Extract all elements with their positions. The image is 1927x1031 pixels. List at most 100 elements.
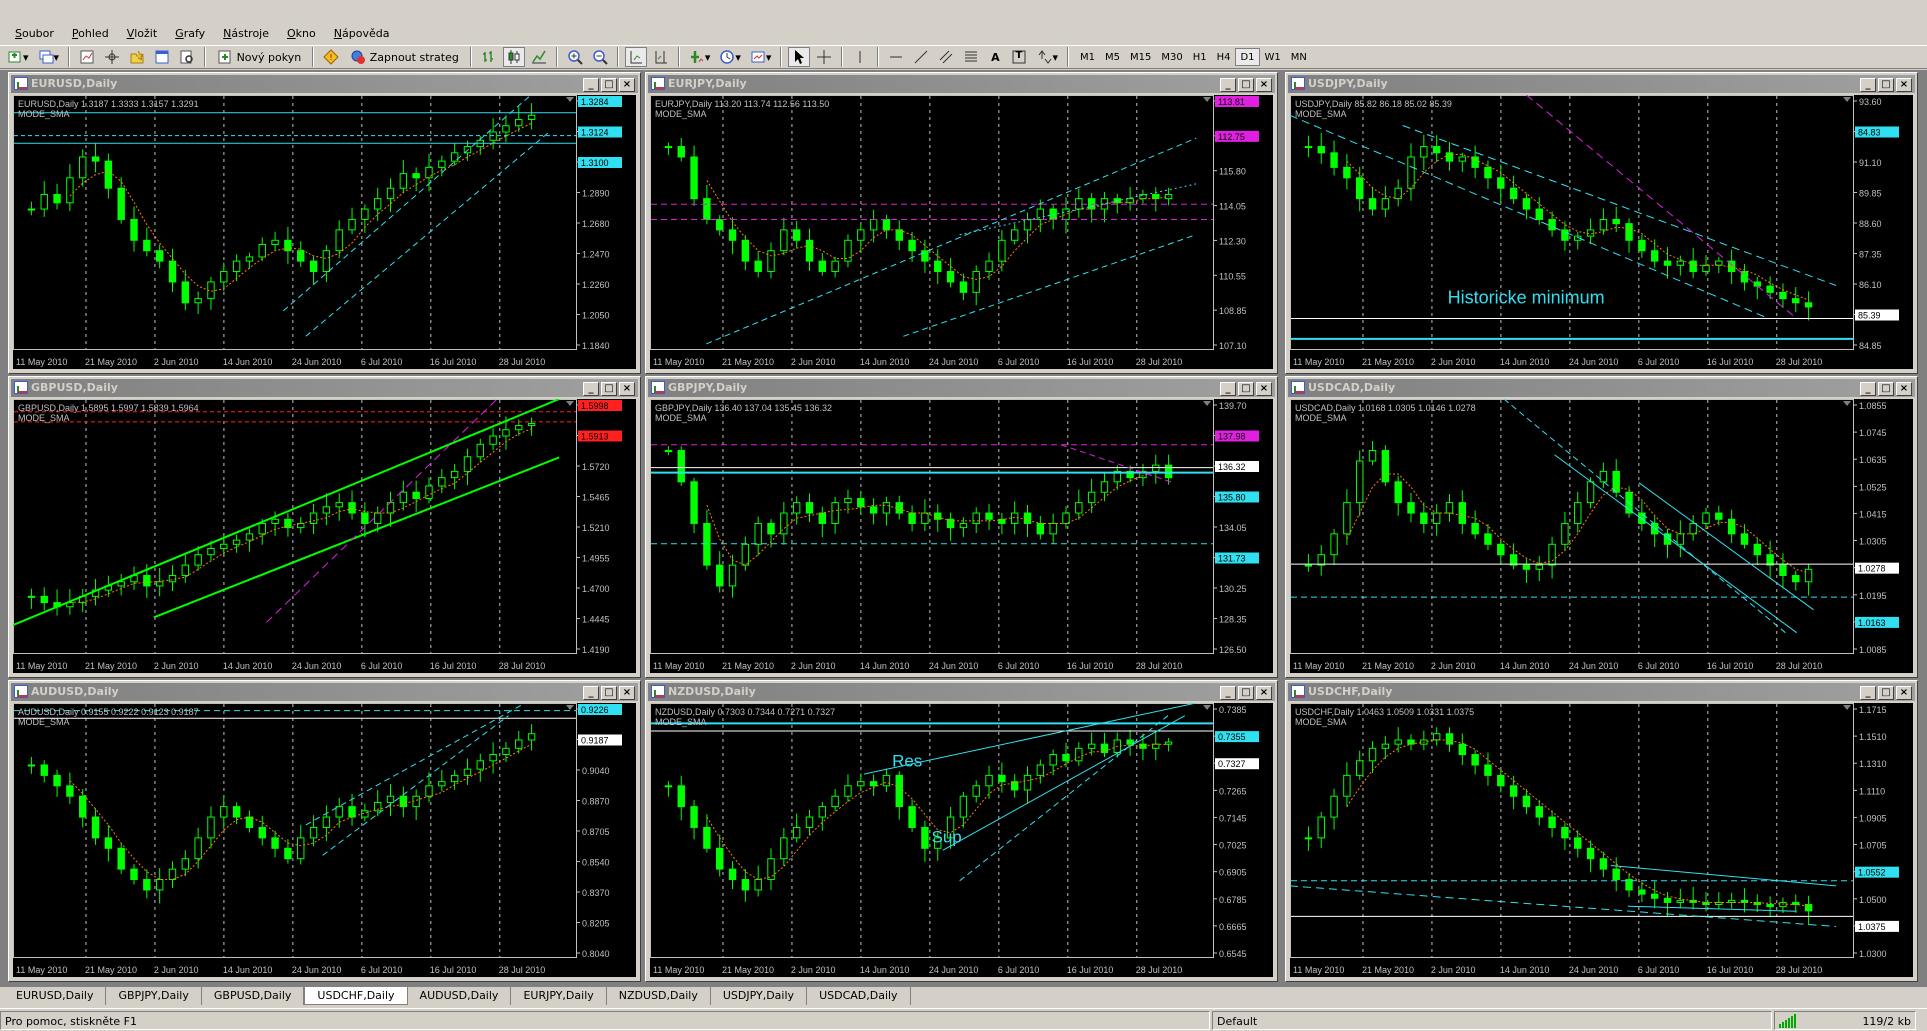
trend-line[interactable] [706, 137, 1197, 345]
text-label-tool[interactable]: T [1008, 47, 1030, 67]
chart-window-gbpjpy[interactable]: GBPJPY,Daily_□×139.70137.98136.32135.801… [645, 376, 1278, 678]
trend-line[interactable] [1503, 399, 1786, 634]
crosshair-tool[interactable] [813, 47, 835, 67]
chart-window-title[interactable]: USDCHF,Daily _ □ × [1288, 683, 1915, 701]
close-button[interactable]: × [619, 686, 635, 700]
chart-window-audusd[interactable]: AUDUSD,Daily_□× 0.92260.91870.90400.88700… [8, 680, 641, 982]
tab-usdjpy[interactable]: USDJPY,Daily [711, 987, 808, 1005]
chart-canvas[interactable]: 93.6092.3591.1089.8588.6087.3586.1085.39… [1290, 95, 1913, 369]
navigator-button[interactable] [126, 47, 148, 67]
market-watch-button[interactable] [76, 47, 98, 67]
trend-line[interactable] [13, 399, 560, 626]
minimize-button[interactable]: _ [1860, 78, 1876, 92]
new-chart-button[interactable]: ▾ [4, 47, 32, 67]
trend-line[interactable] [322, 715, 509, 856]
trend-line[interactable] [1554, 454, 1797, 634]
close-button[interactable]: × [1256, 686, 1272, 700]
expert-advisors-button[interactable]: ! [320, 47, 342, 67]
bar-chart-button[interactable] [478, 47, 500, 67]
tab-gbpjpy[interactable]: GBPJPY,Daily [106, 987, 202, 1005]
maximize-button[interactable]: □ [1878, 78, 1894, 92]
annotation-text[interactable]: Historicke minimum [1448, 287, 1605, 307]
horizontal-line-tool[interactable] [885, 47, 907, 67]
maximize-button[interactable]: □ [1238, 382, 1254, 396]
trend-line[interactable] [942, 715, 1186, 851]
maximize-button[interactable]: □ [601, 686, 617, 700]
strategy-tester-button[interactable] [176, 47, 198, 67]
timeframe-h1[interactable]: H1 [1188, 48, 1212, 66]
tab-audusd[interactable]: AUDUSD,Daily [408, 987, 512, 1005]
chart-window-title[interactable]: AUDUSD,Daily _ □ × [11, 683, 638, 701]
zoom-in-button[interactable] [564, 47, 586, 67]
menu-1[interactable]: Pohled [63, 24, 118, 44]
trend-line[interactable] [1638, 482, 1814, 611]
trend-line[interactable] [282, 95, 532, 312]
trend-line[interactable] [1290, 885, 1837, 928]
channel-tool[interactable] [935, 47, 957, 67]
minimize-button[interactable]: _ [1860, 382, 1876, 396]
trend-line[interactable] [903, 234, 1197, 337]
vertical-line-tool[interactable] [849, 47, 871, 67]
maximize-button[interactable]: □ [1878, 382, 1894, 396]
chart-canvas[interactable]: 1.5998 1.5913 1.5720 1.5465 1.5210 1.4955 1.47… [13, 399, 636, 673]
menu-5[interactable]: Okno [278, 24, 325, 44]
menu-4[interactable]: Nástroje [214, 24, 278, 44]
timeframe-mn[interactable]: MN [1286, 48, 1312, 66]
templates-button[interactable]: ▾ [747, 47, 775, 67]
maximize-button[interactable]: □ [1238, 686, 1254, 700]
line-chart-button[interactable] [528, 47, 550, 67]
tab-nzdusd[interactable]: NZDUSD,Daily [607, 987, 711, 1005]
timeframe-m15[interactable]: M15 [1125, 48, 1156, 66]
trend-line[interactable] [1402, 125, 1837, 286]
chart-canvas[interactable]: 1.0855 1.0745 1.0635 1.0525 1.0415 1.0305 1.02… [1290, 399, 1913, 673]
tab-usdcad[interactable]: USDCAD,Daily [807, 987, 911, 1005]
chart-canvas[interactable]: 119.30117.55115.80114.05112.30110.55108.… [650, 95, 1273, 369]
chart-canvas[interactable]: 139.70 137.98 136.32 135.80 134.05 131.73 130.… [650, 399, 1273, 673]
data-window-button[interactable] [101, 47, 123, 67]
cursor-tool[interactable] [788, 47, 811, 67]
chart-window-eurusd[interactable]: EURUSD,Daily_□×1.32841.31241.31001.28901… [8, 72, 641, 374]
trend-line[interactable] [153, 456, 560, 619]
minimize-button[interactable]: _ [583, 686, 599, 700]
minimize-button[interactable]: _ [583, 382, 599, 396]
menu-2[interactable]: Vložit [118, 24, 166, 44]
tab-eurjpy[interactable]: EURJPY,Daily [511, 987, 607, 1005]
close-button[interactable]: × [1896, 686, 1912, 700]
minimize-button[interactable]: _ [583, 78, 599, 92]
chart-window-title[interactable]: NZDUSD,Daily _ □ × [648, 683, 1275, 701]
indicators-button[interactable]: ▾ [686, 47, 714, 67]
maximize-button[interactable]: □ [601, 382, 617, 396]
menu-3[interactable]: Grafy [166, 24, 214, 44]
chart-window-usdchf[interactable]: USDCHF,Daily _ □ × 1.1715 1.1510 1.1310 1.1110 1… [1285, 680, 1918, 982]
close-button[interactable]: × [1896, 382, 1912, 396]
close-button[interactable]: × [619, 382, 635, 396]
menu-0[interactable]: Soubor [6, 24, 63, 44]
maximize-button[interactable]: □ [1878, 686, 1894, 700]
close-button[interactable]: × [1896, 78, 1912, 92]
menu-6[interactable]: Nápověda [325, 24, 399, 44]
tab-eurusd[interactable]: EURUSD,Daily [4, 987, 107, 1005]
chart-window-nzdusd[interactable]: NZDUSD,Daily_□×0.73850.73550.73270.72650… [645, 680, 1278, 982]
close-button[interactable]: × [1256, 382, 1272, 396]
maximize-button[interactable]: □ [601, 78, 617, 92]
chart-shift-button[interactable] [650, 47, 672, 67]
chart-canvas[interactable]: 0.9226 0.9187 0.9040 0.8870 0.8705 0.8540 0.83… [13, 703, 636, 977]
arrows-tool[interactable]: ▾ [1033, 47, 1061, 67]
chart-window-title[interactable]: EURJPY,Daily _ □ × [648, 75, 1275, 93]
chart-window-title[interactable]: GBPUSD,Daily _ □ × [11, 379, 638, 397]
tab-usdchf[interactable]: USDCHF,Daily [304, 987, 408, 1005]
timeframe-m5[interactable]: M5 [1100, 48, 1125, 66]
timeframe-m1[interactable]: M1 [1075, 48, 1100, 66]
tab-gbpusd[interactable]: GBPUSD,Daily [202, 987, 305, 1005]
timeframe-m30[interactable]: M30 [1156, 48, 1187, 66]
chart-window-eurjpy[interactable]: EURJPY,Daily_□× 119.30117.55115.80114.051… [645, 72, 1278, 374]
minimize-button[interactable]: _ [1220, 78, 1236, 92]
maximize-button[interactable]: □ [1238, 78, 1254, 92]
chart-window-usdcad[interactable]: USDCAD,Daily _ □ × 1.0855 1.0745 1.0635 1.0525 1… [1285, 376, 1918, 678]
text-tool[interactable]: A [985, 47, 1005, 67]
chart-window-gbpusd[interactable]: GBPUSD,Daily_□× 1.59981.59131.57201.54651… [8, 376, 641, 678]
timeframe-d1[interactable]: D1 [1235, 48, 1260, 66]
chart-window-usdjpy[interactable]: USDJPY,Daily_□×93.6092.3591.1089.8588.60… [1285, 72, 1918, 374]
minimize-button[interactable]: _ [1860, 686, 1876, 700]
minimize-button[interactable]: _ [1220, 382, 1236, 396]
